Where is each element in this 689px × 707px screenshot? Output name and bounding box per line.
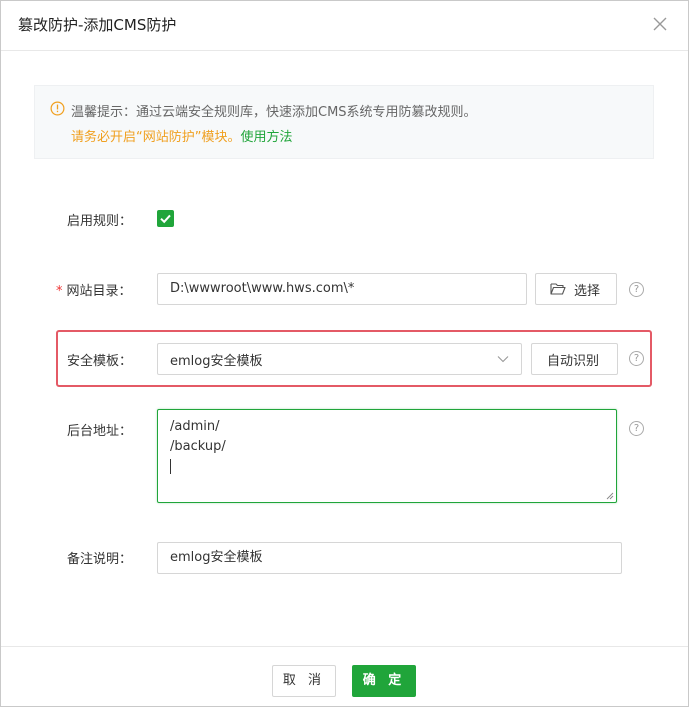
enable-rule-checkbox[interactable] [157,210,174,227]
auto-detect-button[interactable]: 自动识别 [531,343,618,375]
enable-rule-label: 启用规则： [67,214,133,229]
notice-warning-text: 请务必开启“网站防护”模块。 [71,130,241,145]
remark-label: 备注说明： [67,552,133,567]
text-cursor [170,459,171,474]
info-circle-icon [50,101,65,116]
site-dir-input[interactable]: D:\wwwroot\www.hws.com\* [157,273,527,305]
check-icon [160,214,171,224]
backend-line: /admin/ [170,419,220,434]
close-icon[interactable] [650,14,670,34]
dialog-footer: 取 消 确 定 [1,646,688,706]
site-dir-label: * 网站目录： [56,280,132,299]
template-select-value: emlog安全模板 [170,354,263,369]
required-mark: * [56,284,63,299]
confirm-button[interactable]: 确 定 [352,665,416,697]
text-cursor-line [170,457,604,477]
dialog-title: 篡改防护-添加CMS防护 [18,16,177,34]
backend-label: 后台地址： [67,424,133,439]
dialog-header: 篡改防护-添加CMS防护 [1,1,688,51]
usage-link[interactable]: 使用方法 [240,130,292,145]
template-select[interactable]: emlog安全模板 [157,343,522,375]
remark-input[interactable]: emlog安全模板 [157,542,622,574]
backend-help-icon[interactable]: ? [629,421,644,436]
template-label: 安全模板： [67,354,133,369]
notice-warning: 请务必开启“网站防护”模块。使用方法 [71,126,293,145]
select-dir-button[interactable]: 选择 [535,273,617,305]
auto-detect-label: 自动识别 [547,354,600,369]
site-dir-label-text: 网站目录： [66,284,132,299]
folder-open-icon [550,283,566,295]
chevron-down-icon [497,356,509,363]
select-dir-label: 选择 [574,284,601,299]
resize-handle-icon[interactable] [606,492,614,500]
backend-textarea[interactable]: /admin/ /backup/ [157,409,617,503]
backend-line: /backup/ [170,439,226,454]
template-help-icon[interactable]: ? [629,351,644,366]
site-dir-help-icon[interactable]: ? [629,282,644,297]
cancel-button[interactable]: 取 消 [272,665,336,697]
notice-text: 温馨提示：通过云端安全规则库，快速添加CMS系统专用防篡改规则。 [71,105,477,120]
add-cms-protection-dialog: 篡改防护-添加CMS防护 温馨提示：通过云端安全规则库，快速添加CMS系统专用防… [0,0,689,707]
notice-box: 温馨提示：通过云端安全规则库，快速添加CMS系统专用防篡改规则。 请务必开启“网… [34,85,654,159]
